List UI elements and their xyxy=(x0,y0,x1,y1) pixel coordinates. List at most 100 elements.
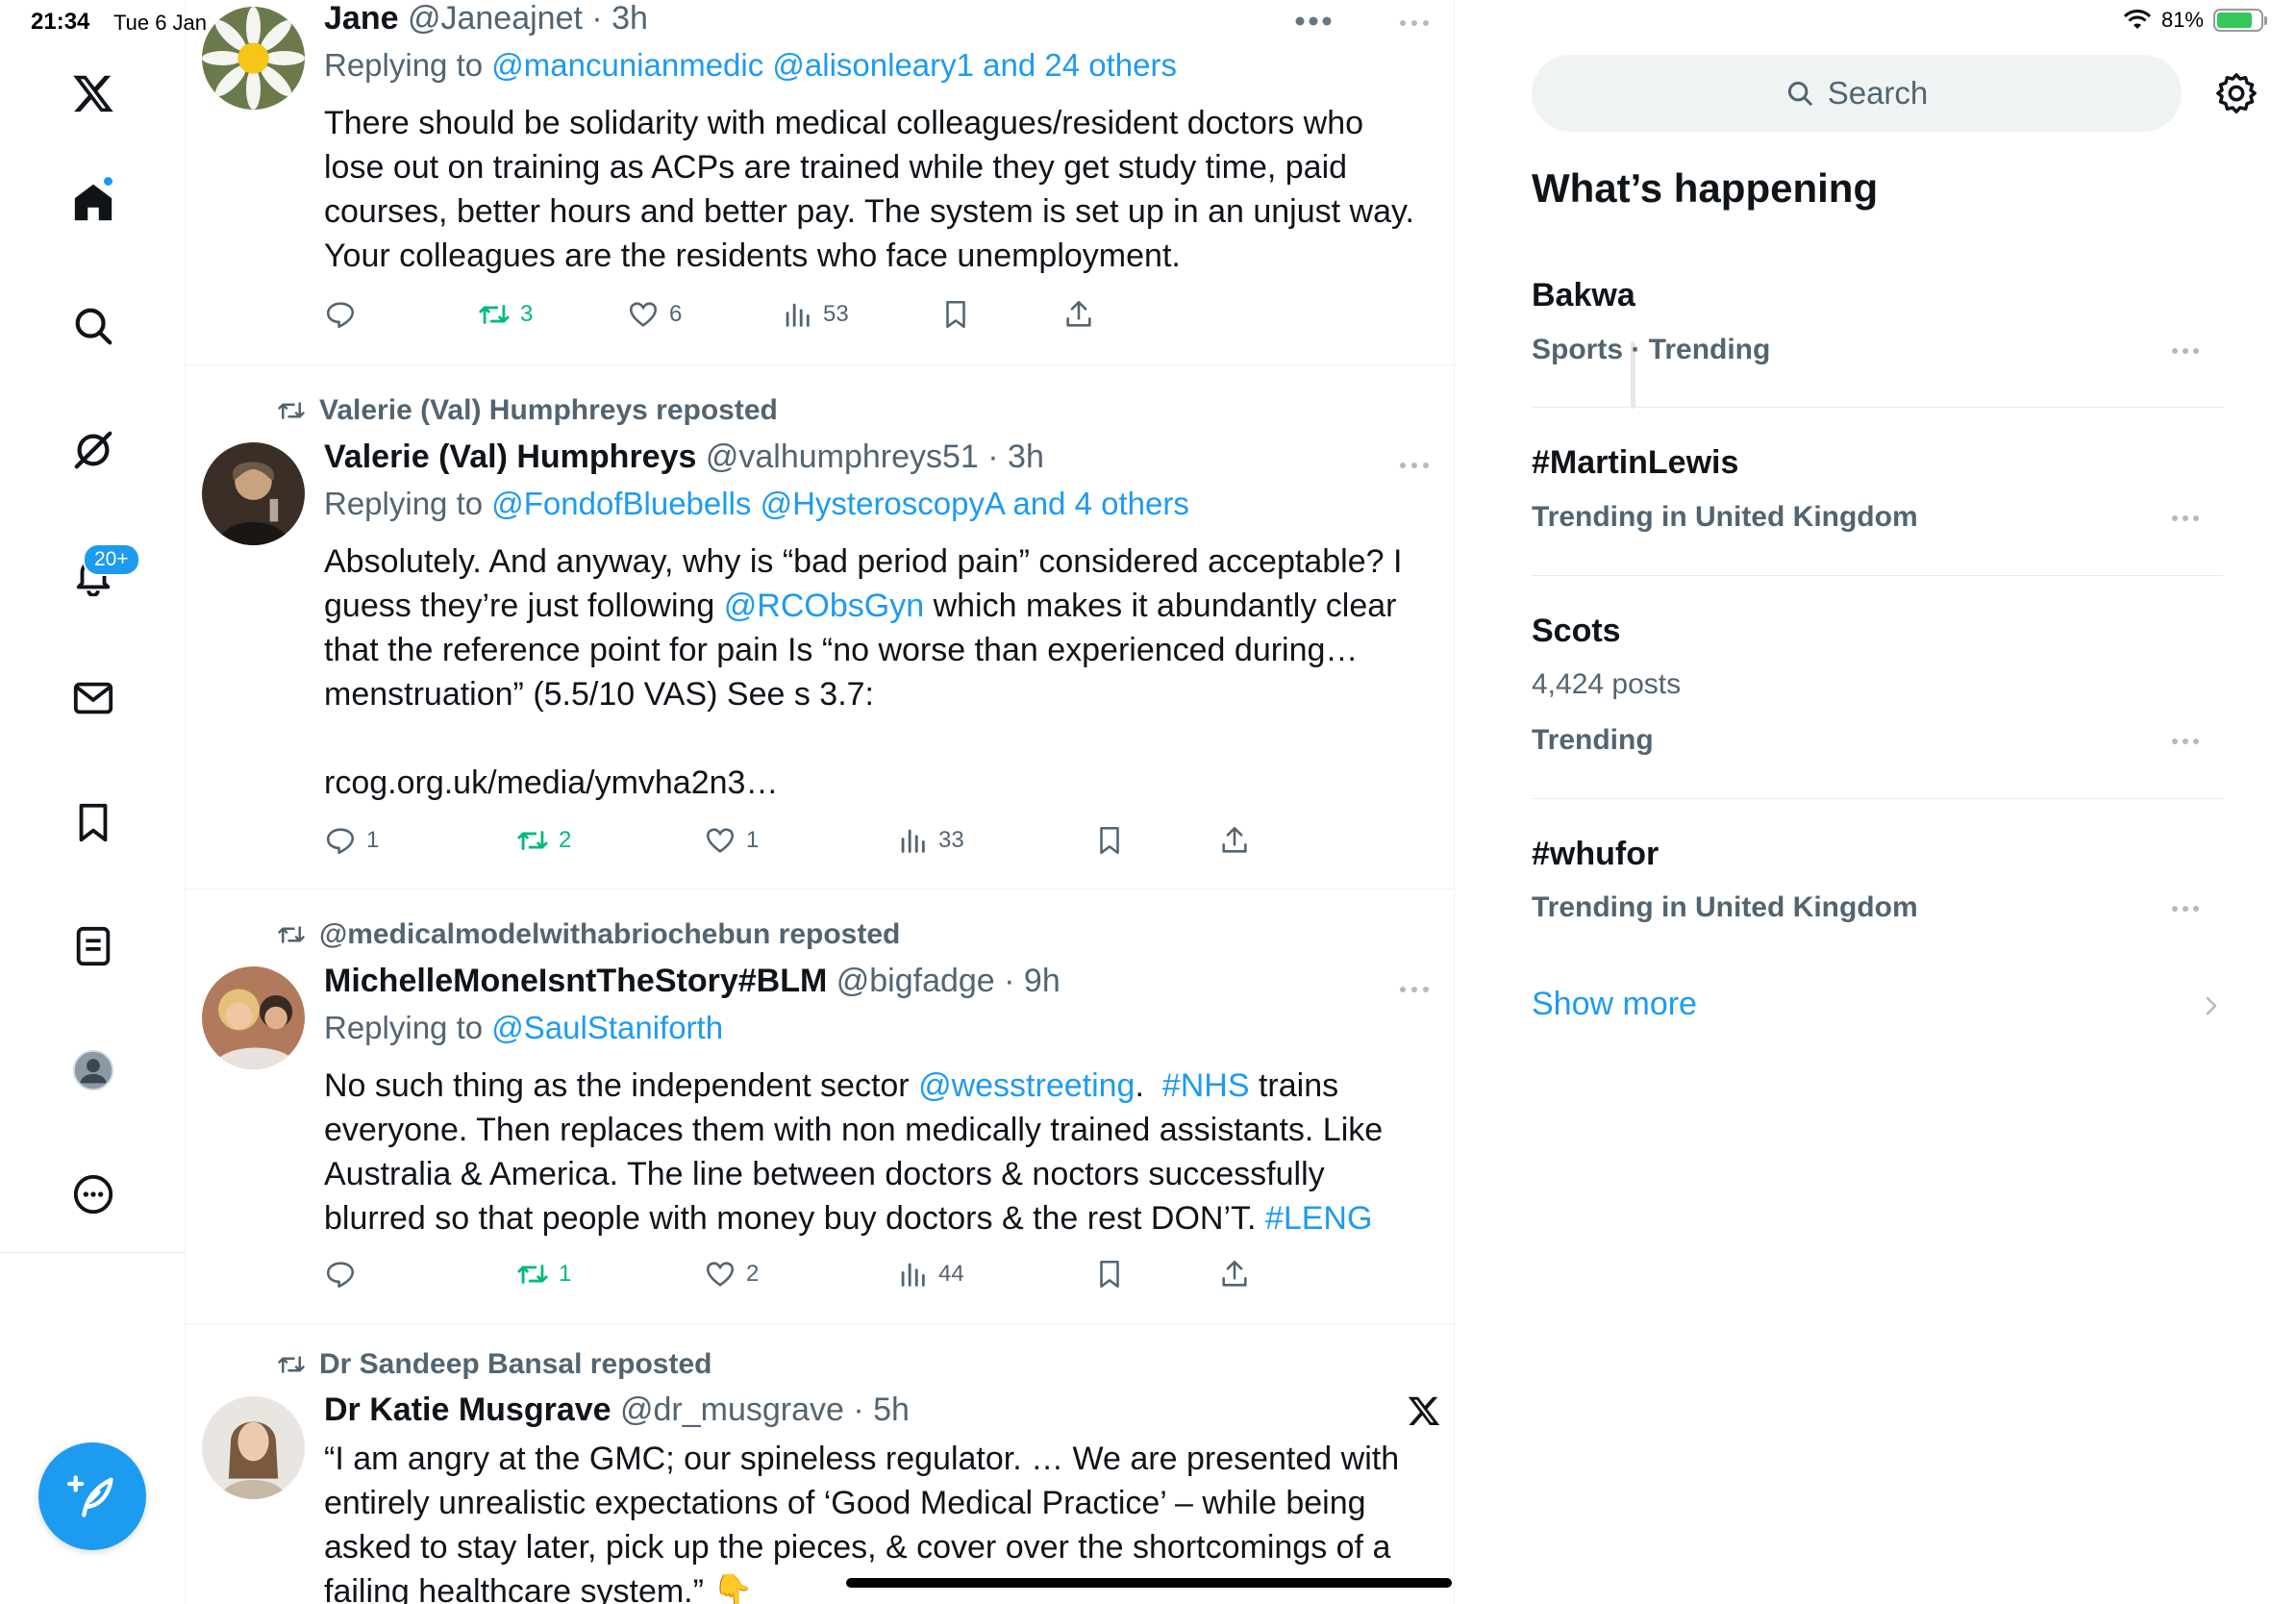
trend-item[interactable]: #whufor Trending in United Kingdom xyxy=(1532,811,2224,955)
home-indicator[interactable] xyxy=(846,1578,1452,1588)
tweet-header: Dr Katie Musgrave @dr_musgrave · 5h xyxy=(324,1391,1430,1429)
author-handle-time[interactable]: @valhumphreys51 · 3h xyxy=(706,439,1044,475)
mention-link[interactable]: @wesstreeting xyxy=(918,1067,1135,1104)
nav-divider xyxy=(0,1252,186,1253)
compose-post-button[interactable] xyxy=(38,1442,146,1550)
like-button[interactable]: 6 xyxy=(627,298,682,331)
share-icon xyxy=(1066,300,1091,327)
repost-icon xyxy=(517,1265,548,1284)
author-name[interactable]: MichelleMoneIsntTheStory#BLM xyxy=(324,963,827,999)
author-name[interactable]: Valerie (Val) Humphreys xyxy=(324,439,696,475)
like-button[interactable]: 1 xyxy=(704,824,759,857)
replying-mentions[interactable]: @mancunianmedic @alisonleary1 and 24 oth… xyxy=(491,47,1177,83)
tweet[interactable]: Valerie (Val) Humphreys reposted Valerie… xyxy=(186,365,1455,890)
replying-mentions[interactable]: @FondofBluebells @HysteroscopyA and 4 ot… xyxy=(491,486,1189,521)
repost-icon xyxy=(517,831,548,850)
settings-gear-icon[interactable] xyxy=(2214,71,2259,115)
repost-indicator: @medicalmodelwithabriochebun reposted xyxy=(277,918,900,951)
show-more-link[interactable]: Show more xyxy=(1532,986,1697,1023)
more-options-icon[interactable] xyxy=(2168,343,2203,359)
tweet[interactable]: Dr Sandeep Bansal reposted Dr Katie Musg… xyxy=(186,1324,1455,1604)
more-options-icon[interactable] xyxy=(1395,456,1434,475)
reply-button[interactable] xyxy=(324,1258,366,1291)
wifi-icon xyxy=(2123,10,2152,29)
share-button[interactable] xyxy=(1218,824,1251,857)
reposted-by[interactable]: @medicalmodelwithabriochebun reposted xyxy=(319,918,900,951)
more-options-icon[interactable] xyxy=(2168,511,2203,526)
reply-icon xyxy=(326,302,355,329)
whats-happening-heading: What’s happening xyxy=(1532,165,1879,211)
left-navigation: 20+ xyxy=(0,0,186,1604)
more-options-icon[interactable] xyxy=(1395,980,1434,999)
more-options-icon[interactable] xyxy=(2168,901,2203,916)
tweet[interactable]: @medicalmodelwithabriochebun reposted Mi… xyxy=(186,890,1455,1324)
timeline-feed: Jane @Janeajnet · 3h Replying to @mancun… xyxy=(186,0,1635,1604)
repost-button[interactable]: 1 xyxy=(516,1258,571,1291)
reposted-by[interactable]: Dr Sandeep Bansal reposted xyxy=(319,1348,711,1381)
search-placeholder: Search xyxy=(1827,75,1929,111)
like-count: 1 xyxy=(746,827,760,853)
reply-icon xyxy=(326,1262,355,1289)
trend-item[interactable]: #MartinLewis Trending in United Kingdom xyxy=(1532,419,2224,576)
search-icon[interactable] xyxy=(60,292,127,360)
tweet-actions: 1 2 1 33 xyxy=(324,824,1285,863)
chevron-right-icon[interactable] xyxy=(2200,990,2223,1021)
replying-mentions[interactable]: @SaulStaniforth xyxy=(491,1010,723,1045)
bookmark-button[interactable] xyxy=(1093,1258,1126,1291)
bookmark-button[interactable] xyxy=(1093,824,1126,857)
avatar-photo[interactable] xyxy=(202,442,305,545)
battery-percent: 81% xyxy=(2160,8,2204,32)
grok-icon[interactable] xyxy=(60,416,127,484)
like-button[interactable]: 2 xyxy=(704,1258,759,1291)
avatar-photo[interactable] xyxy=(202,1396,305,1499)
tweet-text-part: . xyxy=(1135,1067,1162,1104)
author-name[interactable]: Dr Katie Musgrave xyxy=(324,1391,611,1428)
bookmarks-icon[interactable] xyxy=(60,789,127,856)
replying-to: Replying to @FondofBluebells @Hysterosco… xyxy=(324,486,1430,522)
messages-icon[interactable] xyxy=(60,664,127,732)
replying-to: Replying to @mancunianmedic @alisonleary… xyxy=(324,47,1430,84)
search-icon xyxy=(1787,81,1812,106)
lists-icon[interactable] xyxy=(60,913,127,980)
trend-subtitle: Trending xyxy=(1532,724,1654,756)
status-right: 81% xyxy=(2123,8,2267,33)
external-link[interactable]: rcog.org.uk/media/ymvha2n3… xyxy=(324,761,1430,805)
views-button[interactable]: 53 xyxy=(781,298,849,331)
home-icon[interactable] xyxy=(60,168,127,236)
repost-button[interactable]: 3 xyxy=(478,298,533,331)
tweet[interactable]: Jane @Janeajnet · 3h Replying to @mancun… xyxy=(186,0,1455,365)
bookmark-icon xyxy=(946,300,965,329)
trend-subtitle: Trending in United Kingdom xyxy=(1532,501,1918,533)
views-button[interactable]: 44 xyxy=(896,1258,964,1291)
heart-icon xyxy=(706,828,735,853)
avatar-photo[interactable] xyxy=(202,966,305,1069)
mention-link[interactable]: @RCObsGyn xyxy=(724,588,924,624)
author-handle-time[interactable]: @bigfadge · 9h xyxy=(836,963,1061,999)
search-input[interactable]: Search xyxy=(1532,55,2182,132)
more-options-icon[interactable] xyxy=(60,1161,127,1228)
views-button[interactable]: 33 xyxy=(896,824,964,857)
share-button[interactable] xyxy=(1218,1258,1251,1291)
repost-button[interactable]: 2 xyxy=(516,824,571,857)
share-button[interactable] xyxy=(1062,298,1095,331)
replying-prefix: Replying to xyxy=(324,1010,492,1045)
author-handle-time[interactable]: @dr_musgrave · 5h xyxy=(620,1391,910,1428)
tweet-text: Absolutely. And anyway, why is “bad peri… xyxy=(324,539,1430,716)
profile-avatar-icon[interactable] xyxy=(60,1037,127,1104)
x-logo-icon[interactable] xyxy=(60,60,127,127)
trend-item[interactable]: Bakwa Sports · Trending xyxy=(1532,250,2224,408)
hashtag-link[interactable]: #NHS xyxy=(1162,1067,1250,1104)
bookmark-button[interactable] xyxy=(939,298,972,331)
reposted-by[interactable]: Valerie (Val) Humphreys reposted xyxy=(319,394,778,427)
repost-indicator: Valerie (Val) Humphreys reposted xyxy=(277,394,778,427)
trend-item[interactable]: Scots 4,424 posts Trending xyxy=(1532,588,2224,799)
reply-button[interactable] xyxy=(324,298,366,331)
replying-prefix: Replying to xyxy=(324,486,492,521)
views-chart-icon xyxy=(901,829,925,853)
reply-button[interactable]: 1 xyxy=(324,824,379,857)
replying-prefix: Replying to xyxy=(324,47,492,83)
trend-post-count: 4,424 posts xyxy=(1532,668,1682,700)
tweet-header: MichelleMoneIsntTheStory#BLM @bigfadge ·… xyxy=(324,963,1430,1000)
more-options-icon[interactable] xyxy=(2168,734,2203,749)
hashtag-link[interactable]: #LENG xyxy=(1265,1200,1373,1237)
